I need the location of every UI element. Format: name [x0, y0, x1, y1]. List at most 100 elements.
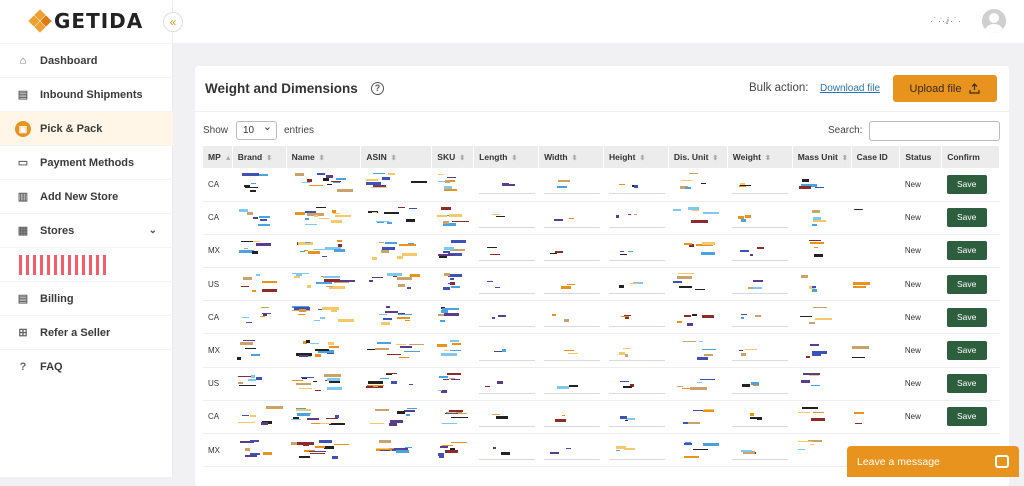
- column-header-status[interactable]: Status: [899, 146, 943, 168]
- width-input[interactable]: [543, 307, 600, 328]
- entries-select[interactable]: 10: [236, 119, 277, 140]
- height-input[interactable]: [608, 341, 665, 361]
- length-input[interactable]: [478, 208, 535, 228]
- weight-input[interactable]: [732, 241, 789, 261]
- width-input[interactable]: [543, 274, 600, 295]
- length-input[interactable]: [478, 274, 535, 295]
- save-button[interactable]: Save: [946, 241, 987, 261]
- column-header-length[interactable]: Length ⬍: [473, 146, 540, 168]
- cell-width: [538, 300, 604, 335]
- height-input[interactable]: [608, 208, 665, 228]
- question-icon[interactable]: ?: [371, 82, 384, 95]
- cell-sku: [431, 300, 474, 335]
- width-input[interactable]: [543, 208, 600, 228]
- save-button[interactable]: Save: [946, 307, 987, 327]
- length-input[interactable]: [478, 307, 535, 328]
- weight-input[interactable]: [732, 274, 789, 295]
- column-header-asin[interactable]: ASIN ⬍: [360, 146, 433, 168]
- collapse-sidebar-button[interactable]: «: [163, 12, 183, 32]
- table-row: CA New Save: [203, 168, 1000, 202]
- height-input[interactable]: [608, 241, 665, 261]
- sidebar-item-label: Refer a Seller: [40, 326, 111, 339]
- redacted-value: [291, 173, 354, 195]
- weight-input[interactable]: [732, 174, 789, 195]
- column-header-name[interactable]: Name ⬍: [286, 146, 362, 168]
- column-header-weight[interactable]: Weight ⬍: [727, 146, 793, 168]
- cell-width: [538, 201, 604, 235]
- column-header-height[interactable]: Height ⬍: [603, 146, 669, 168]
- sort-icon: ⬍: [841, 155, 848, 162]
- weight-input[interactable]: [732, 307, 789, 328]
- sort-icon: ⬍: [764, 155, 771, 162]
- cell-sku: [431, 201, 474, 235]
- table-header-row: MP ▲ Brand ⬍ Name ⬍ ASIN ⬍ SKU ⬍ Length ⬍ Width ⬍ Heig…: [203, 146, 1000, 168]
- save-button[interactable]: Save: [946, 407, 987, 427]
- sort-icon: ▲: [224, 155, 232, 162]
- sidebar-item-refer-a-seller[interactable]: ⊞ Refer a Seller: [0, 315, 173, 349]
- height-input[interactable]: [608, 174, 665, 195]
- length-input[interactable]: [478, 241, 535, 261]
- length-input[interactable]: [478, 407, 535, 427]
- sidebar-item-add-new-store[interactable]: ▥ Add New Store: [0, 179, 173, 213]
- column-header-case-id[interactable]: Case ID: [851, 146, 901, 168]
- download-file-link[interactable]: Download file: [820, 83, 880, 94]
- redacted-value: [237, 339, 281, 362]
- width-input[interactable]: [543, 407, 600, 427]
- sidebar-item-dashboard[interactable]: ⌂ Dashboard: [0, 43, 173, 77]
- save-button[interactable]: Save: [946, 274, 987, 294]
- weight-input[interactable]: [732, 440, 789, 461]
- length-input[interactable]: [478, 174, 535, 195]
- cell-asin: [360, 400, 432, 435]
- column-header-sku[interactable]: SKU ⬍: [431, 146, 475, 168]
- redacted-value: [797, 306, 833, 328]
- save-button[interactable]: Save: [946, 208, 987, 228]
- width-input[interactable]: [543, 374, 600, 394]
- column-header-mass-unit[interactable]: Mass Unit ⬍: [792, 146, 852, 168]
- height-input[interactable]: [608, 440, 665, 461]
- column-header-dis-unit[interactable]: Dis. Unit ⬍: [668, 146, 728, 168]
- logo[interactable]: GETIDA: [28, 9, 143, 33]
- column-header-mp[interactable]: MP ▲: [203, 146, 233, 168]
- upload-file-button[interactable]: Upload file: [893, 75, 997, 102]
- sidebar-item-inbound-shipments[interactable]: ▤ Inbound Shipments: [0, 77, 173, 111]
- width-input[interactable]: [543, 440, 600, 461]
- weight-input[interactable]: [732, 341, 789, 361]
- length-input[interactable]: [478, 440, 535, 461]
- save-button[interactable]: Save: [946, 374, 987, 394]
- column-header-brand[interactable]: Brand ⬍: [232, 146, 287, 168]
- height-input[interactable]: [608, 407, 665, 427]
- length-input[interactable]: [478, 374, 535, 394]
- table-body: CA New Save CA New Save MX New Save US New Save CA Ne…: [203, 168, 1000, 468]
- height-input[interactable]: [608, 274, 665, 295]
- weight-input[interactable]: [732, 407, 789, 427]
- redacted-value: [437, 239, 467, 262]
- sidebar-item-faq[interactable]: ? FAQ: [0, 349, 173, 383]
- sidebar-item-billing[interactable]: ▤ Billing: [0, 281, 173, 315]
- search-input[interactable]: [869, 121, 1000, 141]
- width-input[interactable]: [543, 341, 600, 361]
- weight-input[interactable]: [732, 374, 789, 394]
- width-input[interactable]: [543, 241, 600, 261]
- weight-input[interactable]: [732, 208, 789, 228]
- save-button[interactable]: Save: [946, 174, 987, 194]
- height-input[interactable]: [608, 374, 665, 394]
- redacted-value: [797, 340, 831, 362]
- column-header-width[interactable]: Width ⬍: [538, 146, 604, 168]
- sidebar-item-payment-methods[interactable]: ▭ Payment Methods: [0, 145, 173, 179]
- redacted-value: [366, 273, 426, 295]
- redacted-value: [291, 306, 355, 328]
- cell-status: New: [899, 400, 942, 435]
- chat-widget[interactable]: Leave a message: [847, 446, 1019, 477]
- sidebar-item-stores[interactable]: ▦ Stores ⌄: [0, 213, 173, 247]
- save-button[interactable]: Save: [946, 341, 987, 361]
- sidebar-item-pick-pack[interactable]: ▣ Pick & Pack: [0, 111, 173, 145]
- avatar[interactable]: [982, 9, 1006, 33]
- store-list-redacted[interactable]: [0, 247, 173, 281]
- length-input[interactable]: [478, 341, 535, 361]
- height-input[interactable]: [608, 307, 665, 328]
- chevron-down-icon: ⌄: [148, 225, 157, 236]
- column-header-label: Length: [479, 152, 508, 162]
- cell-height: [603, 267, 669, 302]
- column-header-confirm[interactable]: Confirm: [941, 146, 1000, 168]
- width-input[interactable]: [543, 174, 600, 195]
